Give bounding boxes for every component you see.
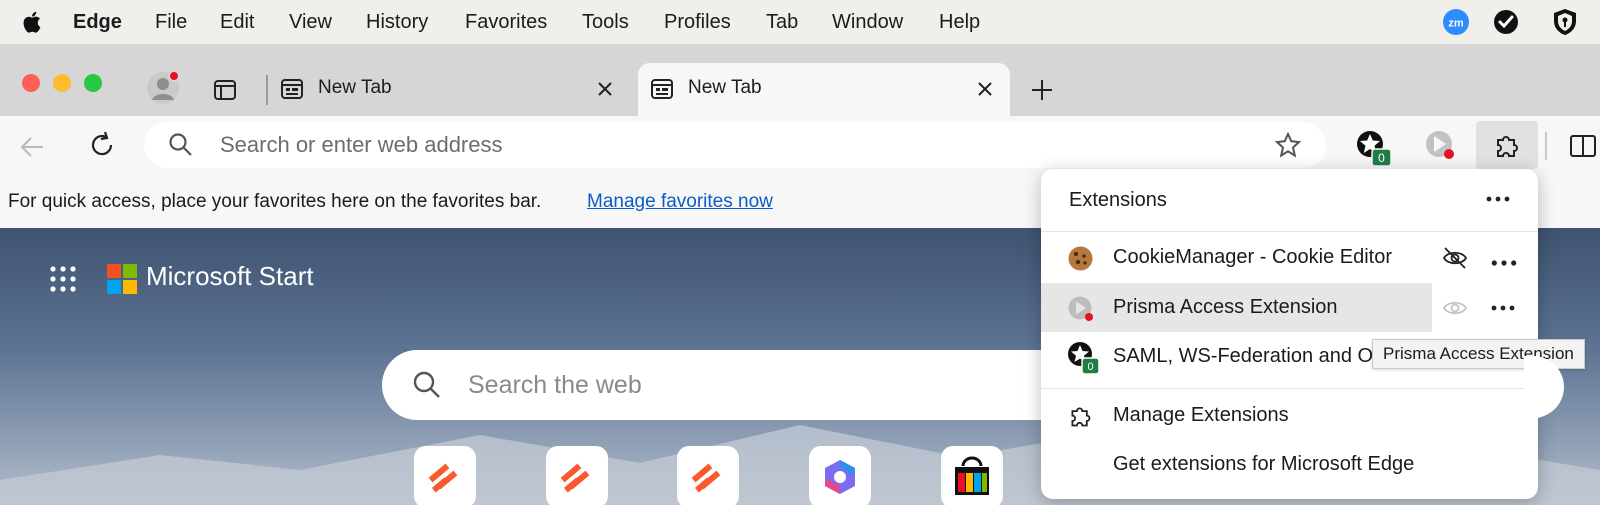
extension-row-cookiemanager[interactable]: CookieManager - Cookie Editor: [1041, 233, 1538, 282]
menu-tools[interactable]: Tools: [582, 0, 629, 44]
popup-divider: [1041, 231, 1538, 232]
paloalto-icon: [560, 463, 590, 493]
extensions-popup: Extensions CookieManager - Cookie Editor…: [1041, 169, 1538, 499]
manage-favorites-link[interactable]: Manage favorites now: [587, 191, 773, 213]
menu-file[interactable]: File: [155, 0, 187, 44]
toolbar-divider: [1545, 132, 1547, 160]
zoom-tray-label: zm: [1448, 18, 1464, 30]
profile-avatar-icon[interactable]: [145, 70, 181, 106]
menu-edit[interactable]: Edit: [220, 0, 254, 44]
menu-view[interactable]: View: [289, 0, 332, 44]
apple-icon[interactable]: [20, 9, 46, 35]
paloalto-icon: [428, 463, 458, 493]
vertical-tabs-icon[interactable]: [213, 78, 237, 102]
window-close-button[interactable]: [22, 74, 40, 92]
quick-link-paloalto-2[interactable]: [546, 446, 608, 505]
extension-name: SAML, WS-Federation and OA: [1113, 345, 1387, 367]
more-options-icon[interactable]: [1485, 191, 1511, 207]
search-icon: [413, 371, 440, 398]
new-tab-favicon-icon: [281, 79, 303, 99]
menu-favorites[interactable]: Favorites: [465, 0, 547, 44]
extension-badge-count: 0: [1378, 151, 1385, 165]
shield-tray-icon[interactable]: [1550, 7, 1580, 37]
window-minimize-button[interactable]: [53, 74, 71, 92]
quick-link-shopping[interactable]: [941, 446, 1003, 505]
menu-help[interactable]: Help: [939, 0, 980, 44]
menu-history[interactable]: History: [366, 0, 428, 44]
microsoft-365-icon: [825, 460, 855, 494]
prisma-extension-icon: [1068, 296, 1093, 321]
shopping-bag-icon: [955, 456, 989, 495]
address-bar[interactable]: [144, 122, 1326, 168]
tab-title: New Tab: [318, 77, 392, 98]
app-launcher-grid-icon[interactable]: [48, 264, 78, 294]
favorite-star-icon[interactable]: [1274, 131, 1302, 159]
check-tray-icon[interactable]: [1491, 7, 1521, 37]
puzzle-icon: [1497, 136, 1518, 157]
back-arrow-icon[interactable]: [18, 133, 46, 161]
get-extensions-button[interactable]: Get extensions for Microsoft Edge: [1041, 440, 1538, 489]
extension-name: CookieManager - Cookie Editor: [1113, 246, 1393, 268]
close-icon[interactable]: [974, 78, 996, 100]
menu-app-edge[interactable]: Edge: [73, 0, 122, 44]
prisma-extension-toolbar-button[interactable]: [1424, 129, 1456, 161]
paloalto-icon: [691, 463, 721, 493]
favorites-bar-message: For quick access, place your favorites h…: [8, 191, 542, 212]
quick-link-paloalto-3[interactable]: [677, 446, 739, 505]
saml-extension-toolbar-button[interactable]: 0: [1355, 129, 1395, 169]
quick-link-paloalto-1[interactable]: [414, 446, 476, 505]
extensions-button[interactable]: [1476, 121, 1538, 169]
microsoft-logo-icon: [107, 264, 138, 295]
refresh-icon[interactable]: [87, 130, 117, 160]
close-icon[interactable]: [594, 78, 616, 100]
new-tab-favicon-icon: [651, 79, 673, 99]
cookie-icon: [1068, 246, 1093, 271]
manage-extensions-label: Manage Extensions: [1113, 404, 1289, 426]
popup-divider: [1041, 388, 1538, 389]
extension-badge-count: 0: [1087, 361, 1093, 373]
tab-title: New Tab: [688, 77, 762, 98]
extension-name: Prisma Access Extension: [1113, 296, 1338, 318]
get-extensions-label: Get extensions for Microsoft Edge: [1113, 453, 1415, 475]
visible-eye-icon[interactable]: [1441, 295, 1469, 321]
more-options-icon[interactable]: [1490, 250, 1518, 276]
quick-link-microsoft-365[interactable]: [809, 446, 871, 505]
new-tab-plus-icon[interactable]: [1029, 77, 1055, 103]
extension-row-prisma[interactable]: Prisma Access Extension: [1041, 283, 1432, 332]
zoom-tray-icon[interactable]: zm: [1441, 7, 1471, 37]
microsoft-start-title: Microsoft Start: [146, 261, 314, 291]
menu-profiles[interactable]: Profiles: [664, 0, 731, 44]
window-zoom-button[interactable]: [84, 74, 102, 92]
saml-extension-icon: 0: [1068, 342, 1100, 375]
split-screen-icon[interactable]: [1569, 132, 1597, 160]
search-icon: [169, 133, 192, 156]
tab-new-tab-1[interactable]: New Tab: [268, 63, 630, 116]
puzzle-icon: [1071, 407, 1091, 427]
tab-new-tab-2[interactable]: New Tab: [638, 63, 1010, 116]
menu-tab[interactable]: Tab: [766, 0, 798, 44]
more-options-icon[interactable]: [1490, 300, 1516, 316]
browser-toolbar: 0: [0, 116, 1600, 177]
extensions-popup-title: Extensions: [1069, 189, 1167, 211]
macos-menu-bar: Edge File Edit View History Favorites To…: [0, 0, 1600, 44]
menu-window[interactable]: Window: [832, 0, 903, 44]
manage-extensions-button[interactable]: Manage Extensions: [1041, 391, 1538, 440]
hidden-eye-icon[interactable]: [1441, 245, 1469, 271]
address-input[interactable]: [220, 122, 1220, 168]
